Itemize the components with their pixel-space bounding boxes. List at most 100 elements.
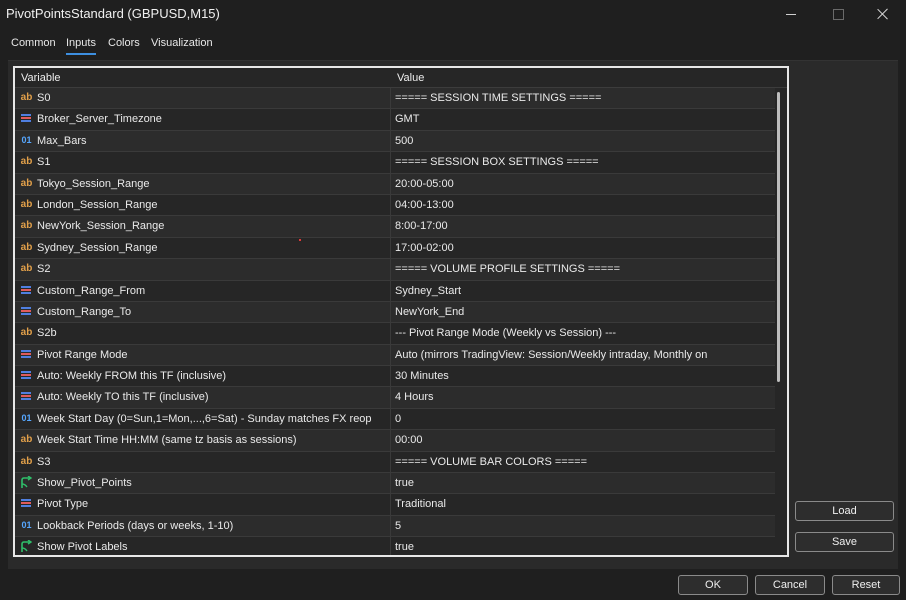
value-text[interactable]: NewYork_End <box>395 306 464 318</box>
value-cell[interactable]: ===== SESSION BOX SETTINGS ===== <box>391 152 773 172</box>
value-text[interactable]: Auto (mirrors TradingView: Session/Weekl… <box>395 349 707 361</box>
table-row[interactable]: 01 Week Start Day (0=Sun,1=Mon,...,6=Sat)… <box>15 408 775 431</box>
value-cell[interactable]: --- Pivot Range Mode (Weekly vs Session)… <box>391 323 773 343</box>
table-row[interactable]: Show_Pivot_Points true <box>15 473 775 495</box>
value-cell[interactable]: 5 <box>391 516 773 536</box>
variable-cell: ab London_Session_Range <box>15 194 391 216</box>
value-text[interactable]: Traditional <box>395 498 446 510</box>
load-button[interactable]: Load <box>795 501 894 521</box>
table-row[interactable]: ab S2b --- Pivot Range Mode (Weekly vs Ses… <box>15 323 775 345</box>
column-header-variable[interactable]: Variable <box>21 72 61 84</box>
table-row[interactable]: Pivot Range Mode Auto (mirrors TradingVie… <box>15 344 775 367</box>
variable-name: Sydney_Session_Range <box>37 241 158 254</box>
ab-icon: ab <box>20 177 33 189</box>
value-text[interactable]: ===== SESSION TIME SETTINGS ===== <box>395 92 601 104</box>
value-cell[interactable]: 17:00-02:00 <box>391 238 773 258</box>
value-cell[interactable]: 20:00-05:00 <box>391 174 773 194</box>
value-text[interactable]: true <box>395 541 414 553</box>
table-row[interactable]: Auto: Weekly FROM this TF (inclusive) 30 … <box>15 366 775 388</box>
inputs-panel: Variable Value ab S0 ===== SESSION TIME SE… <box>8 60 898 569</box>
minimize-button[interactable] <box>768 0 814 28</box>
value-cell[interactable]: Traditional <box>391 494 773 514</box>
value-text[interactable]: true <box>395 477 414 489</box>
table-row[interactable]: ab S3 ===== VOLUME BAR COLORS ===== <box>15 451 775 474</box>
value-cell[interactable]: Sydney_Start <box>391 281 773 301</box>
value-text[interactable]: 17:00-02:00 <box>395 242 454 254</box>
value-text[interactable]: 4 Hours <box>395 391 434 403</box>
ab-icon: ab <box>20 241 33 253</box>
table-row[interactable]: ab London_Session_Range 04:00-13:00 <box>15 194 775 217</box>
close-button[interactable] <box>860 0 906 28</box>
value-cell[interactable]: 30 Minutes <box>391 366 773 386</box>
variable-cell: Auto: Weekly FROM this TF (inclusive) <box>15 366 391 387</box>
value-cell[interactable]: ===== VOLUME PROFILE SETTINGS ===== <box>391 259 773 279</box>
value-text[interactable]: ===== VOLUME BAR COLORS ===== <box>395 456 587 468</box>
ab-icon: ab <box>20 220 33 232</box>
value-text[interactable]: 20:00-05:00 <box>395 178 454 190</box>
variable-cell: Broker_Server_Timezone <box>15 109 391 130</box>
value-cell[interactable]: 0 <box>391 409 773 429</box>
table-row[interactable]: Broker_Server_Timezone GMT <box>15 109 775 131</box>
value-cell[interactable]: true <box>391 537 773 555</box>
grid-rows: ab S0 ===== SESSION TIME SETTINGS ===== Bro… <box>15 88 775 555</box>
value-text[interactable]: GMT <box>395 113 419 125</box>
value-cell[interactable]: GMT <box>391 109 773 129</box>
table-row[interactable]: ab S2 ===== VOLUME PROFILE SETTINGS ===== <box>15 259 775 281</box>
ok-button[interactable]: OK <box>678 575 748 595</box>
table-row[interactable]: ab NewYork_Session_Range 8:00-17:00 <box>15 216 775 238</box>
value-cell[interactable]: ===== SESSION TIME SETTINGS ===== <box>391 88 773 108</box>
table-row[interactable]: Pivot Type Traditional <box>15 494 775 516</box>
value-text[interactable]: ===== SESSION BOX SETTINGS ===== <box>395 156 599 168</box>
variable-name: Show_Pivot_Points <box>37 477 132 490</box>
table-row[interactable]: 01 Max_Bars 500 <box>15 130 775 153</box>
marker-dot <box>299 239 301 241</box>
bool-icon <box>20 540 33 553</box>
tab-visualization[interactable]: Visualization <box>151 37 213 49</box>
value-text[interactable]: 0 <box>395 413 401 425</box>
table-row[interactable]: ab S1 ===== SESSION BOX SETTINGS ===== <box>15 152 775 174</box>
column-header-value[interactable]: Value <box>397 72 424 84</box>
value-cell[interactable]: true <box>391 473 773 493</box>
table-row[interactable]: ab Week Start Time HH:MM (same tz basis a… <box>15 430 775 452</box>
tab-colors[interactable]: Colors <box>108 37 140 49</box>
variable-name: Auto: Weekly TO this TF (inclusive) <box>37 391 209 404</box>
reset-button[interactable]: Reset <box>832 575 900 595</box>
enum-icon <box>20 390 33 403</box>
value-cell[interactable]: 00:00 <box>391 430 773 450</box>
table-row[interactable]: ab Tokyo_Session_Range 20:00-05:00 <box>15 173 775 195</box>
value-cell[interactable]: 4 Hours <box>391 387 773 407</box>
table-row[interactable]: Auto: Weekly TO this TF (inclusive) 4 Hou… <box>15 387 775 409</box>
value-cell[interactable]: 04:00-13:00 <box>391 195 773 215</box>
table-row[interactable]: ab S0 ===== SESSION TIME SETTINGS ===== <box>15 88 775 110</box>
value-text[interactable]: 04:00-13:00 <box>395 199 454 211</box>
value-cell[interactable]: Auto (mirrors TradingView: Session/Weekl… <box>391 345 773 365</box>
cancel-button[interactable]: Cancel <box>755 575 825 595</box>
table-row[interactable]: Show Pivot Labels true <box>15 537 775 555</box>
save-button[interactable]: Save <box>795 532 894 552</box>
tab-common[interactable]: Common <box>11 37 56 49</box>
value-text[interactable]: 500 <box>395 135 413 147</box>
value-cell[interactable]: ===== VOLUME BAR COLORS ===== <box>391 452 773 472</box>
vertical-scrollbar[interactable] <box>775 88 785 555</box>
number-icon: 01 <box>21 134 32 145</box>
value-text[interactable]: --- Pivot Range Mode (Weekly vs Session)… <box>395 327 616 339</box>
grid-header: Variable Value <box>15 68 787 88</box>
window-title: PivotPointsStandard (GBPUSD,M15) <box>6 6 220 21</box>
value-text[interactable]: 5 <box>395 520 401 532</box>
scrollbar-thumb[interactable] <box>777 92 780 382</box>
table-row[interactable]: ab Sydney_Session_Range 17:00-02:00 <box>15 237 775 260</box>
value-text[interactable]: 8:00-17:00 <box>395 220 448 232</box>
value-cell[interactable]: 500 <box>391 131 773 151</box>
value-text[interactable]: 00:00 <box>395 434 423 446</box>
variable-cell: 01 Max_Bars <box>15 130 391 152</box>
value-text[interactable]: ===== VOLUME PROFILE SETTINGS ===== <box>395 263 620 275</box>
value-text[interactable]: Sydney_Start <box>395 285 461 297</box>
value-cell[interactable]: NewYork_End <box>391 302 773 322</box>
value-cell[interactable]: 8:00-17:00 <box>391 216 773 236</box>
value-text[interactable]: 30 Minutes <box>395 370 449 382</box>
tab-inputs[interactable]: Inputs <box>66 37 96 55</box>
maximize-button[interactable] <box>815 0 861 28</box>
table-row[interactable]: Custom_Range_To NewYork_End <box>15 301 775 324</box>
table-row[interactable]: Custom_Range_From Sydney_Start <box>15 280 775 302</box>
table-row[interactable]: 01 Lookback Periods (days or weeks, 1-10)… <box>15 515 775 538</box>
